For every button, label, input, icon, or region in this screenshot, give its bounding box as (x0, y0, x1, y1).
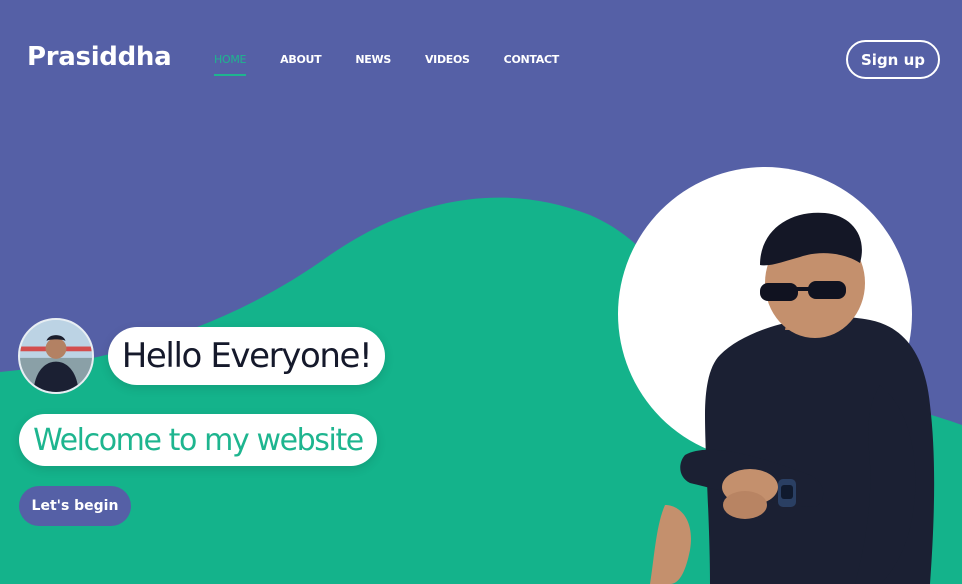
avatar (18, 318, 94, 394)
nav-news[interactable]: NEWS (355, 53, 391, 66)
signup-button[interactable]: Sign up (846, 40, 940, 79)
person-photo-icon (650, 212, 935, 584)
brand-logo[interactable]: Prasiddha (27, 42, 172, 72)
nav-videos[interactable]: VIDEOS (425, 53, 470, 66)
main-nav: HOME ABOUT NEWS VIDEOS CONTACT (214, 53, 593, 76)
greeting-bubble: Hello Everyone! (108, 327, 385, 385)
nav-about[interactable]: ABOUT (280, 53, 321, 66)
lets-begin-button[interactable]: Let's begin (19, 486, 131, 526)
profile-photo-icon (20, 320, 92, 392)
welcome-bubble: Welcome to my website (19, 414, 377, 466)
nav-contact[interactable]: CONTACT (504, 53, 560, 66)
nav-home[interactable]: HOME (214, 53, 246, 76)
